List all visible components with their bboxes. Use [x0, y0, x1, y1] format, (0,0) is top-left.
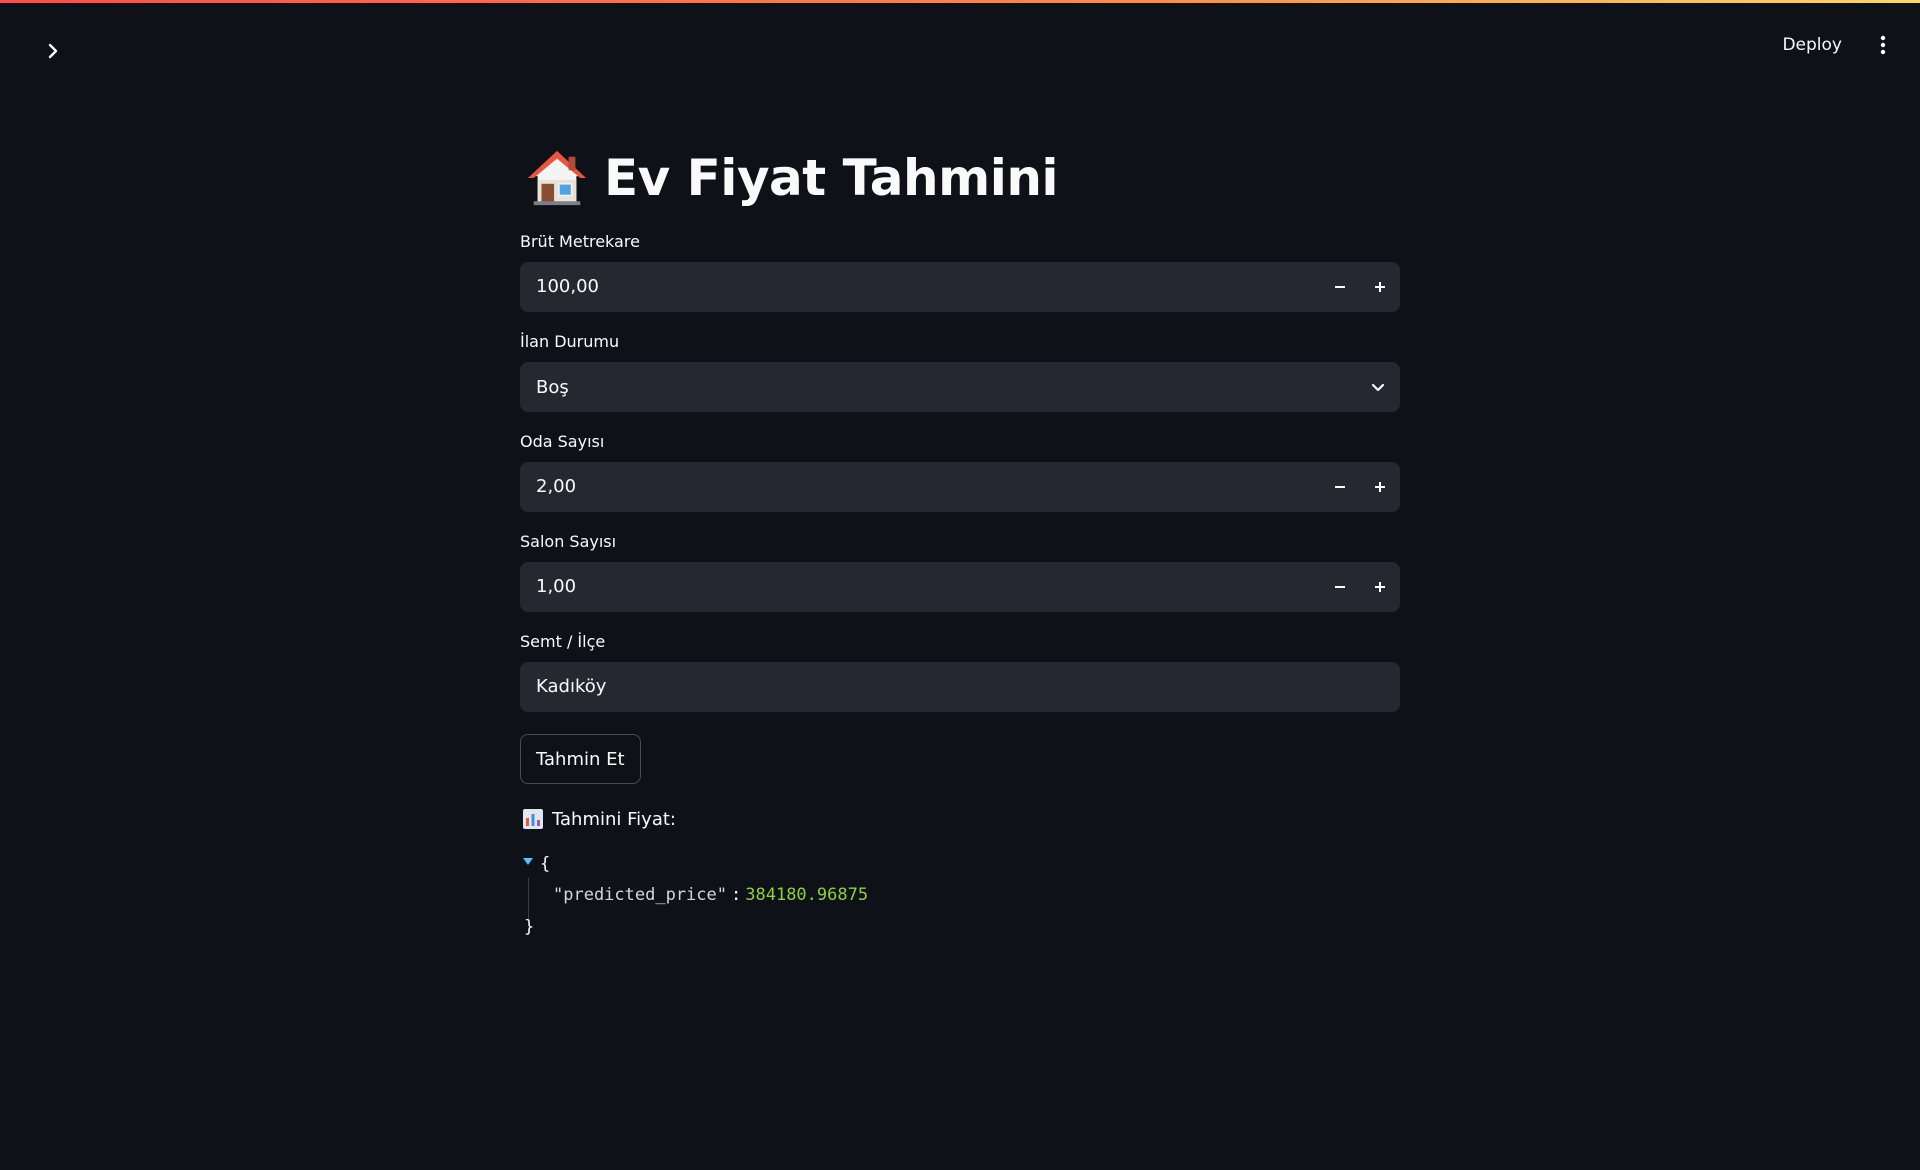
district-label: Semt / İlçe: [520, 632, 606, 651]
area-label: Brüt Metrekare: [520, 232, 640, 251]
district-input[interactable]: Kadıköy: [520, 662, 1400, 712]
plus-icon: [1375, 482, 1385, 492]
main-content: Ev Fiyat Tahmini Brüt Metrekare 100,00 İ…: [520, 140, 1400, 944]
area-number-input: 100,00: [520, 262, 1400, 312]
result-heading-text: Tahmini Fiyat:: [552, 808, 676, 830]
rooms-stepper: [1320, 462, 1400, 512]
sidebar-toggle-button[interactable]: [36, 34, 70, 68]
json-key: "predicted_price": [553, 885, 727, 905]
area-input[interactable]: 100,00: [520, 262, 1320, 312]
predict-button[interactable]: Tahmin Et: [520, 734, 641, 784]
json-entry: "predicted_price":384180.96875: [553, 885, 868, 905]
minus-icon: [1335, 586, 1345, 588]
json-colon: :: [731, 885, 742, 905]
main-menu-button[interactable]: [1868, 30, 1898, 60]
rooms-increment-button[interactable]: [1360, 462, 1400, 512]
collapse-caret-icon[interactable]: [522, 857, 534, 867]
plus-icon: [1375, 282, 1385, 292]
chevron-right-icon: [48, 43, 58, 59]
deploy-button[interactable]: Deploy: [1774, 29, 1850, 61]
district-field: Semt / İlçe Kadıköy: [520, 632, 1400, 712]
json-close-brace: }: [524, 917, 535, 937]
status-select[interactable]: Boş: [520, 362, 1400, 412]
plus-icon: [1375, 582, 1385, 592]
area-increment-button[interactable]: [1360, 262, 1400, 312]
house-icon: [527, 150, 587, 206]
area-stepper: [1320, 262, 1400, 312]
app-toolbar: Deploy: [1774, 28, 1898, 62]
halls-label: Salon Sayısı: [520, 532, 617, 551]
rooms-number-input: 2,00: [520, 462, 1400, 512]
result-heading: Tahmini Fiyat:: [520, 806, 1400, 832]
area-field: Brüt Metrekare 100,00: [520, 232, 1400, 312]
rooms-field: Oda Sayısı 2,00: [520, 432, 1400, 512]
status-field: İlan Durumu Boş: [520, 332, 1400, 412]
status-selected-value: Boş: [536, 376, 569, 398]
halls-decrement-button[interactable]: [1320, 562, 1360, 612]
rooms-input[interactable]: 2,00: [520, 462, 1320, 512]
page-title-text: Ev Fiyat Tahmini: [604, 149, 1059, 207]
minus-icon: [1335, 286, 1345, 288]
rooms-decrement-button[interactable]: [1320, 462, 1360, 512]
json-value: 384180.96875: [745, 885, 869, 905]
top-decoration-stripe: [0, 0, 1920, 3]
page-title: Ev Fiyat Tahmini: [520, 140, 1400, 216]
halls-number-input: 1,00: [520, 562, 1400, 612]
halls-input[interactable]: 1,00: [520, 562, 1320, 612]
rooms-label: Oda Sayısı: [520, 432, 605, 451]
json-indent-guide: [528, 878, 529, 920]
json-result-viewer: { "predicted_price":384180.96875 }: [520, 854, 1400, 944]
json-open-brace: {: [540, 854, 551, 874]
bar-chart-icon: [523, 809, 543, 829]
area-decrement-button[interactable]: [1320, 262, 1360, 312]
vertical-ellipsis-icon: [1880, 35, 1886, 55]
halls-field: Salon Sayısı 1,00: [520, 532, 1400, 612]
halls-increment-button[interactable]: [1360, 562, 1400, 612]
chevron-down-icon: [1371, 383, 1385, 392]
minus-icon: [1335, 486, 1345, 488]
halls-stepper: [1320, 562, 1400, 612]
status-label: İlan Durumu: [520, 332, 620, 351]
